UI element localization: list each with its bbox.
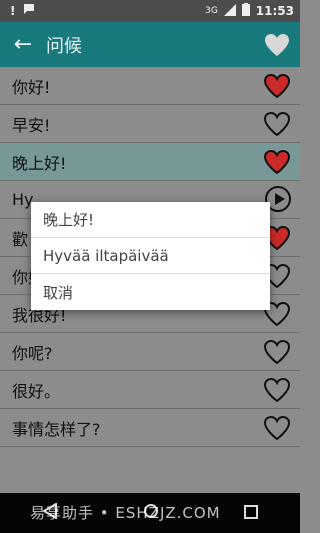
chat-icon	[23, 3, 35, 18]
popup-item-finnish[interactable]: Hyvää iltapäivää	[31, 238, 270, 274]
heart-outline-icon[interactable]	[263, 339, 291, 365]
heart-filled-icon[interactable]	[263, 73, 291, 99]
phrase-row[interactable]: 事情怎样了?	[0, 409, 300, 447]
heart-outline-icon[interactable]	[263, 377, 291, 403]
recents-nav-icon[interactable]	[243, 504, 258, 523]
phrase-text: 事情怎样了?	[12, 419, 101, 439]
app-bar: ← 问候	[0, 22, 300, 67]
heart-outline-icon[interactable]	[263, 111, 291, 137]
watermark-text: 易享助手 • ESHZJZ.COM	[30, 504, 221, 522]
phrase-text: 你好!	[12, 77, 51, 97]
popup-cancel[interactable]: 取消	[31, 274, 270, 310]
favorites-heart-icon[interactable]	[254, 33, 300, 57]
alert-icon: !	[10, 3, 16, 18]
popup-item-chinese[interactable]: 晚上好!	[31, 202, 270, 238]
back-arrow-icon[interactable]: ←	[0, 32, 46, 57]
network-type: 3G	[205, 6, 218, 16]
phrase-row[interactable]: 你好!	[0, 67, 300, 105]
clock: 11:53	[255, 4, 294, 18]
context-popup: 晚上好! Hyvää iltapäivää 取消	[31, 202, 270, 310]
phrase-text: 你呢?	[12, 343, 53, 363]
signal-icon	[223, 3, 236, 19]
battery-icon	[241, 3, 250, 19]
status-bar: ! 3G 11:53	[0, 0, 300, 22]
page-title: 问候	[46, 35, 82, 57]
heart-outline-icon[interactable]	[263, 415, 291, 441]
phrase-text: 早安!	[12, 115, 51, 135]
phrase-text: 很好。	[12, 381, 61, 401]
phrase-row[interactable]: 你呢?	[0, 333, 300, 371]
phrase-row[interactable]: 很好。	[0, 371, 300, 409]
heart-filled-icon[interactable]	[263, 149, 291, 175]
phrase-text: 晚上好!	[12, 153, 67, 173]
phrase-row[interactable]: 早安!	[0, 105, 300, 143]
phrase-row[interactable]: 晚上好!	[0, 143, 300, 181]
